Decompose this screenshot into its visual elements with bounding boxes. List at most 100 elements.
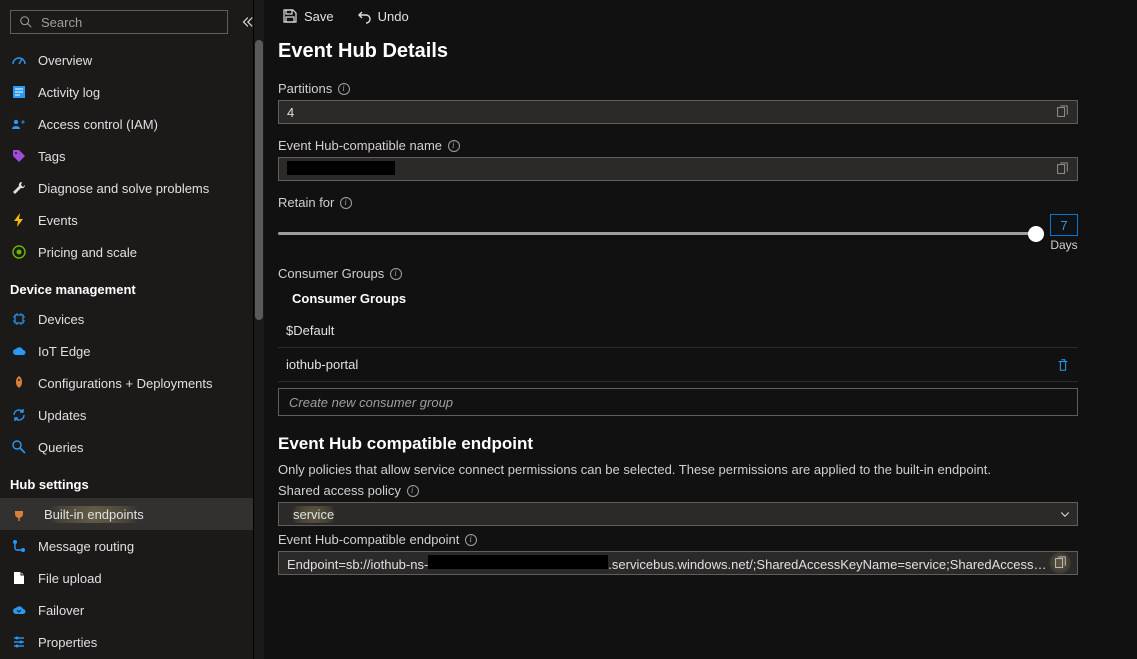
content-scrollbar[interactable] [254, 0, 264, 659]
copy-icon[interactable] [1053, 103, 1071, 121]
sidebar-item-queries[interactable]: Queries [0, 431, 253, 463]
search-input[interactable] [39, 14, 219, 31]
collapse-sidebar-button[interactable] [236, 13, 254, 31]
file-icon [10, 570, 28, 586]
copy-icon[interactable] [1049, 552, 1071, 574]
compat-endpoint-label: Event Hub-compatible endpoint [278, 532, 1117, 547]
slider-thumb[interactable] [1028, 226, 1044, 242]
chevron-down-icon [1059, 508, 1071, 520]
sidebar-item-label: Pricing and scale [38, 245, 243, 260]
route-icon [10, 538, 28, 554]
sidebar-item-label: Devices [38, 312, 243, 327]
bolt-icon [10, 212, 28, 228]
target-icon [10, 244, 28, 260]
retain-days-input[interactable] [1050, 214, 1078, 236]
iam-icon [10, 116, 28, 132]
sidebar-item-label: Tags [38, 149, 243, 164]
info-icon[interactable] [465, 534, 477, 546]
ehname-value [287, 161, 1053, 178]
save-icon [282, 8, 298, 24]
create-consumer-group-input[interactable] [278, 388, 1078, 416]
speedometer-icon [10, 52, 28, 68]
redacted-block [287, 161, 395, 175]
sidebar-item-label: Queries [38, 440, 243, 455]
sidebar-item-label: File upload [38, 571, 243, 586]
query-icon [10, 439, 28, 455]
sidebar-item-overview[interactable]: Overview [0, 44, 253, 76]
sidebar-section-header: Device management [0, 268, 253, 303]
sidebar-item-access-control-iam-[interactable]: Access control (IAM) [0, 108, 253, 140]
partitions-label: Partitions [278, 81, 1117, 96]
sidebar-item-pricing-and-scale[interactable]: Pricing and scale [0, 236, 253, 268]
undo-label: Undo [378, 9, 409, 24]
sidebar-item-updates[interactable]: Updates [0, 399, 253, 431]
sidebar-item-label: Activity log [38, 85, 243, 100]
retain-slider[interactable] [278, 232, 1040, 235]
partitions-value: 4 [287, 105, 1053, 120]
sidebar-item-iot-edge[interactable]: IoT Edge [0, 335, 253, 367]
sidebar-item-file-upload[interactable]: File upload [0, 562, 253, 594]
chip-icon [10, 311, 28, 327]
save-button[interactable]: Save [278, 6, 338, 26]
sidebar: Overview Activity log Access control (IAM)… [0, 0, 254, 659]
info-icon[interactable] [340, 197, 352, 209]
sidebar-item-label: Diagnose and solve problems [38, 181, 243, 196]
retain-label: Retain for [278, 195, 1117, 210]
sidebar-item-label: Access control (IAM) [38, 117, 243, 132]
redacted-block [428, 555, 608, 569]
sidebar-item-label: Overview [38, 53, 243, 68]
refresh-icon [10, 407, 28, 423]
endpoint-description: Only policies that allow service connect… [278, 462, 1117, 477]
delete-icon[interactable] [1054, 356, 1072, 374]
failover-icon [10, 602, 28, 618]
sidebar-item-properties[interactable]: Properties [0, 626, 253, 658]
ehname-field [278, 157, 1078, 181]
shared-access-policy-label: Shared access policy [278, 483, 1117, 498]
consumer-groups-header: Consumer Groups [278, 285, 1078, 314]
rocket-icon [10, 375, 28, 391]
plug-icon [10, 506, 28, 522]
wrench-icon [10, 180, 28, 196]
sidebar-item-activity-log[interactable]: Activity log [0, 76, 253, 108]
sidebar-item-label: Built-in endpoints [38, 506, 243, 523]
info-icon[interactable] [338, 83, 350, 95]
shared-access-policy-select[interactable]: service [278, 502, 1078, 526]
save-label: Save [304, 9, 334, 24]
policy-value: service [287, 506, 340, 523]
undo-button[interactable]: Undo [352, 6, 413, 26]
sidebar-item-label: Events [38, 213, 243, 228]
sidebar-item-label: Message routing [38, 539, 243, 554]
sidebar-search[interactable] [10, 10, 228, 34]
ehname-label: Event Hub-compatible name [278, 138, 1117, 153]
sidebar-item-label: Failover [38, 603, 243, 618]
main-panel: Save Undo Event Hub Details Partitions 4… [264, 0, 1137, 659]
page-title: Event Hub Details [278, 40, 1117, 63]
sidebar-item-diagnose-and-solve-problems[interactable]: Diagnose and solve problems [0, 172, 253, 204]
sidebar-item-message-routing[interactable]: Message routing [0, 530, 253, 562]
sidebar-item-tags[interactable]: Tags [0, 140, 253, 172]
compat-endpoint-field: Endpoint=sb://iothub-ns-.servicebus.wind… [278, 551, 1078, 575]
consumer-groups-label: Consumer Groups [278, 266, 1117, 281]
sidebar-item-devices[interactable]: Devices [0, 303, 253, 335]
info-icon[interactable] [407, 485, 419, 497]
sidebar-item-failover[interactable]: Failover [0, 594, 253, 626]
partitions-field: 4 [278, 100, 1078, 124]
info-icon[interactable] [390, 268, 402, 280]
search-icon [19, 15, 33, 29]
info-icon[interactable] [448, 140, 460, 152]
sidebar-item-configurations-deployments[interactable]: Configurations + Deployments [0, 367, 253, 399]
sidebar-item-label: Properties [38, 635, 243, 650]
tag-icon [10, 148, 28, 164]
sidebar-item-built-in-endpoints[interactable]: Built-in endpoints [0, 498, 253, 530]
sidebar-item-events[interactable]: Events [0, 204, 253, 236]
copy-icon[interactable] [1053, 160, 1071, 178]
endpoint-title: Event Hub compatible endpoint [278, 434, 1117, 454]
sidebar-item-label: Updates [38, 408, 243, 423]
props-icon [10, 634, 28, 650]
sidebar-section-header: Hub settings [0, 463, 253, 498]
consumer-group-row: iothub-portal [278, 348, 1078, 382]
toolbar: Save Undo [278, 0, 1117, 40]
retain-unit: Days [1050, 238, 1077, 252]
compat-endpoint-value: Endpoint=sb://iothub-ns-.servicebus.wind… [287, 555, 1049, 572]
log-icon [10, 84, 28, 100]
